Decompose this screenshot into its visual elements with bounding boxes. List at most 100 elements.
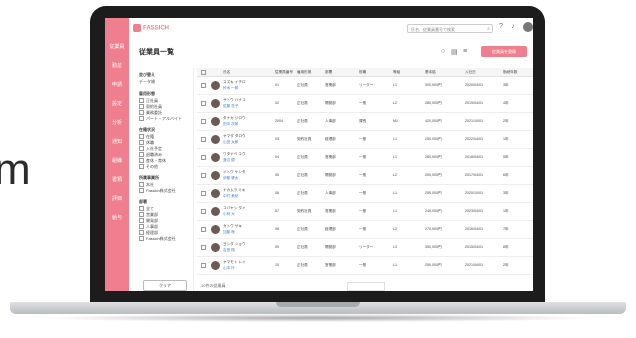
settings-icon[interactable]: ≡ xyxy=(463,48,467,55)
employee-name[interactable]: ヤマモト レイ xyxy=(223,260,246,265)
rail-item[interactable]: 申請 xyxy=(109,78,125,92)
employee-name-kanji[interactable]: 山田 太郎 xyxy=(223,140,238,145)
column-header[interactable]: 勤続年数 xyxy=(503,70,517,75)
checkbox[interactable] xyxy=(139,98,144,104)
row-checkbox[interactable] xyxy=(201,191,206,196)
rail-item[interactable]: 従業員 xyxy=(109,40,125,54)
employee-name-kanji[interactable]: 伊藤 健太 xyxy=(223,176,238,181)
employee-name-kanji[interactable]: 吉田 翔 xyxy=(223,248,235,253)
table-cell: 一般 xyxy=(359,101,367,105)
bell-icon[interactable]: ♪ xyxy=(509,23,517,31)
row-checkbox[interactable] xyxy=(201,155,206,160)
rail-item[interactable]: 組織 xyxy=(109,154,125,168)
employee-name[interactable]: カトウ サキ xyxy=(223,224,242,229)
employee-name[interactable]: コバヤシ ダイ xyxy=(223,206,246,211)
add-employee-button[interactable]: 従業員を登録 xyxy=(481,46,527,57)
filter-icon[interactable]: ○ xyxy=(441,48,445,55)
employee-name-kanji[interactable]: 小林 大 xyxy=(223,212,235,217)
column-header[interactable]: 従業員番号 xyxy=(275,70,293,75)
table-row[interactable]: タナカ ジロウ 田中 次郎 2004 正社員 人事部 課長 M1 420,000円 2021/1… xyxy=(197,113,533,131)
sort-select[interactable]: データ順 xyxy=(139,79,155,85)
checkbox[interactable] xyxy=(139,140,144,146)
column-header[interactable]: 等級 xyxy=(393,70,400,75)
table-row[interactable]: スズキ イチロ 鈴木 一郎 01 正社員 営業部 リーダー L1 300,000円 2020/0… xyxy=(197,77,533,95)
rail-item[interactable]: 評価 xyxy=(109,192,125,206)
pagination[interactable] xyxy=(347,282,385,291)
table-row[interactable]: サトウ ハナコ 佐藤 花子 02 正社員 開発部 一般 L2 280,000円 2019/04/… xyxy=(197,95,533,113)
checkbox[interactable] xyxy=(139,110,144,116)
checkbox[interactable] xyxy=(139,218,144,224)
table-footer: 10件の従業員 xyxy=(197,280,533,291)
clear-button[interactable]: クリア xyxy=(143,280,187,291)
row-checkbox[interactable] xyxy=(201,119,206,124)
row-checkbox[interactable] xyxy=(201,83,206,88)
row-checkbox[interactable] xyxy=(201,245,206,250)
column-header[interactable]: 基本給 xyxy=(425,70,436,75)
row-checkbox[interactable] xyxy=(201,101,206,106)
checkbox[interactable] xyxy=(139,182,144,188)
rail-item[interactable]: 設定 xyxy=(109,97,125,111)
checkbox[interactable] xyxy=(139,134,144,140)
employee-name-kanji[interactable]: 加藤 咲 xyxy=(223,230,235,235)
row-checkbox[interactable] xyxy=(201,209,206,214)
search-input[interactable]: 氏名、従業員番号で検索 ⌕ xyxy=(407,24,493,33)
rail-item[interactable]: 書類 xyxy=(109,173,125,187)
table-row[interactable]: ワタナベ ユウ 渡辺 優 04 正社員 営業部 一般 L1 260,000円 2018/04/0… xyxy=(197,149,533,167)
checkbox[interactable] xyxy=(139,158,144,164)
checkbox[interactable] xyxy=(139,104,144,110)
table-row[interactable]: コバヤシ ダイ 小林 大 07 契約社員 営業部 一般 L1 240,000円 2023/04/… xyxy=(197,203,533,221)
column-header[interactable]: 氏名 xyxy=(223,70,230,75)
employee-name[interactable]: ナカムラ ミキ xyxy=(223,188,245,193)
checkbox[interactable] xyxy=(139,188,144,194)
checkbox[interactable] xyxy=(139,146,144,152)
employee-name[interactable]: ワタナベ ユウ xyxy=(223,152,246,157)
rail-item[interactable]: 分析 xyxy=(109,116,125,130)
table-row[interactable]: ヨシダ ショウ 吉田 翔 09 正社員 開発部 リーダー L3 350,000円 2015/04… xyxy=(197,239,533,257)
employee-name-kanji[interactable]: 佐藤 花子 xyxy=(223,104,238,109)
checkbox[interactable] xyxy=(139,230,144,236)
employee-name[interactable]: タナカ ジロウ xyxy=(223,116,246,121)
filter-option[interactable]: その他 xyxy=(139,164,158,170)
row-checkbox[interactable] xyxy=(201,263,206,268)
rail-item[interactable]: 勤怠 xyxy=(109,59,125,73)
export-icon[interactable]: ▤ xyxy=(451,48,458,56)
employee-name[interactable]: スズキ イチロ xyxy=(223,80,246,85)
checkbox[interactable] xyxy=(139,206,144,212)
employee-name[interactable]: イトウ ケンタ xyxy=(223,170,245,175)
column-header[interactable]: 役職 xyxy=(359,70,366,75)
row-checkbox[interactable] xyxy=(201,173,206,178)
table-row[interactable]: ヤマモト レイ 山本 玲 10 正社員 営業部 一般 L1 250,000円 2021/04/0… xyxy=(197,257,533,275)
checkbox[interactable] xyxy=(139,212,144,218)
column-header[interactable]: 雇用形態 xyxy=(297,70,311,75)
employee-name[interactable]: ヤマダ タロウ xyxy=(223,134,246,139)
employee-name[interactable]: ヨシダ ショウ xyxy=(223,242,246,247)
checkbox[interactable] xyxy=(139,164,144,170)
rail-item[interactable]: 給与 xyxy=(109,211,125,225)
employee-name-kanji[interactable]: 渡辺 優 xyxy=(223,158,235,163)
table-row[interactable]: ナカムラ ミキ 中村 美紀 06 正社員 人事部 一般 L1 255,000円 2020/10/… xyxy=(197,185,533,203)
filter-option[interactable]: Fassich株式会社 xyxy=(139,188,176,194)
employee-name-kanji[interactable]: 山本 玲 xyxy=(223,266,235,271)
select-all-checkbox[interactable] xyxy=(201,70,206,75)
employee-name-kanji[interactable]: 鈴木 一郎 xyxy=(223,86,238,91)
column-header[interactable]: 入社日 xyxy=(465,70,476,75)
rail-item[interactable]: 通知 xyxy=(109,135,125,149)
employee-name[interactable]: サトウ ハナコ xyxy=(223,98,246,103)
table-row[interactable]: イトウ ケンタ 伊藤 健太 05 正社員 開発部 一般 L2 290,000円 2017/04/… xyxy=(197,167,533,185)
filter-option[interactable]: パート・アルバイト xyxy=(139,116,182,122)
checkbox[interactable] xyxy=(139,116,144,122)
checkbox[interactable] xyxy=(139,236,144,242)
table-row[interactable]: カトウ サキ 加藤 咲 08 正社員 経理部 一般 L2 270,000円 2016/04/01… xyxy=(197,221,533,239)
user-avatar[interactable] xyxy=(523,22,533,32)
checkbox[interactable] xyxy=(139,224,144,230)
row-checkbox[interactable] xyxy=(201,227,206,232)
help-icon[interactable]: ? xyxy=(497,23,505,31)
employee-name-kanji[interactable]: 中村 美紀 xyxy=(223,194,238,199)
filter-option[interactable]: Fassich株式会社 xyxy=(139,236,176,242)
row-checkbox[interactable] xyxy=(201,137,206,142)
column-header[interactable]: 部署 xyxy=(325,70,332,75)
brand[interactable]: FASSICH xyxy=(133,24,169,32)
employee-name-kanji[interactable]: 田中 次郎 xyxy=(223,122,238,127)
table-row[interactable]: ヤマダ タロウ 山田 太郎 03 契約社員 経理部 一般 L1 250,000円 2022/04… xyxy=(197,131,533,149)
checkbox[interactable] xyxy=(139,152,144,158)
